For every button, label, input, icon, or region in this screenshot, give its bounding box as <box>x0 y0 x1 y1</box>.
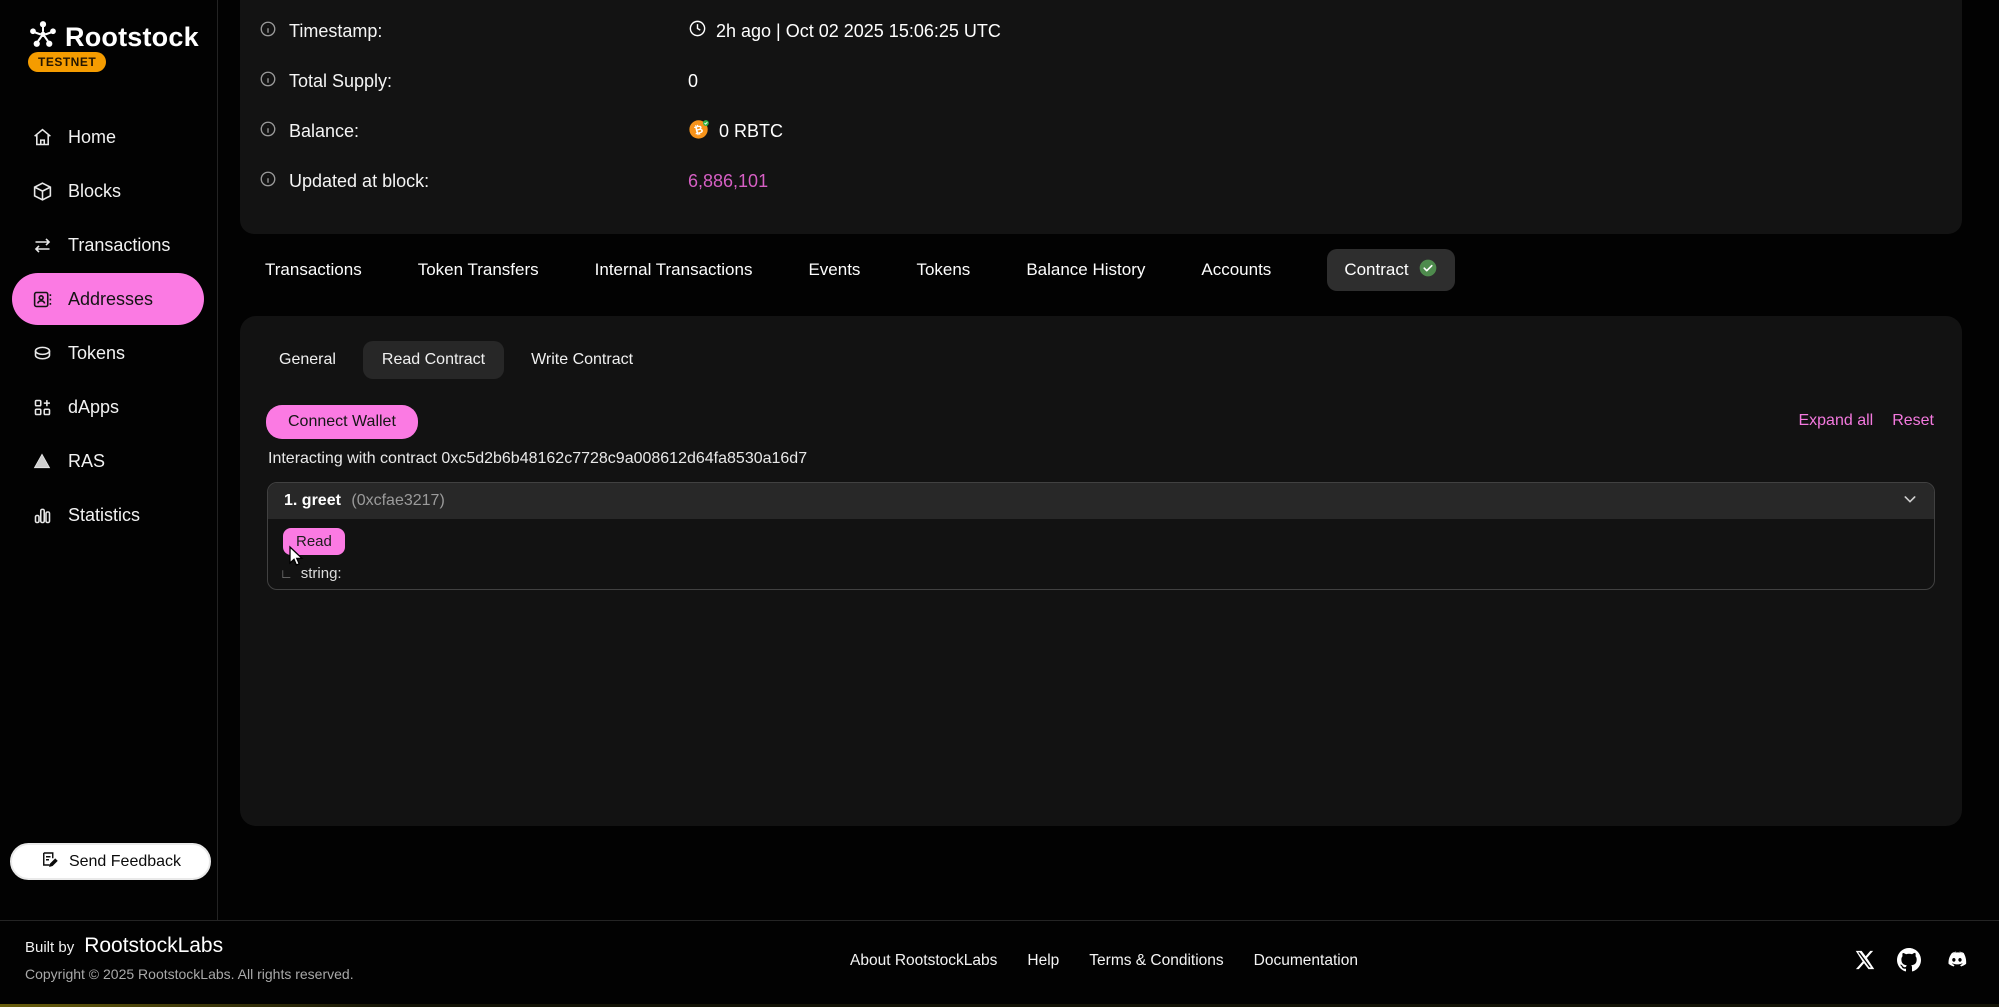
footer-link-documentation[interactable]: Documentation <box>1254 952 1358 970</box>
timestamp-value: 2h ago | Oct 02 2025 15:06:25 UTC <box>716 21 1001 42</box>
brand-name: Rootstock <box>65 22 199 53</box>
home-icon <box>31 126 53 148</box>
info-row-updated-block: Updated at block: 6,886,101 <box>240 156 1962 206</box>
info-label: Timestamp: <box>289 21 382 42</box>
sidebar-item-label: Blocks <box>68 181 121 202</box>
footer-link-about[interactable]: About RootstockLabs <box>850 952 997 970</box>
info-icon[interactable] <box>259 70 277 93</box>
connect-wallet-button[interactable]: Connect Wallet <box>266 405 418 439</box>
subtab-general[interactable]: General <box>270 341 345 379</box>
info-icon[interactable] <box>259 170 277 193</box>
sidebar-item-ras[interactable]: RAS <box>12 435 204 487</box>
clock-icon <box>688 19 707 43</box>
sidebar-item-blocks[interactable]: Blocks <box>12 165 204 217</box>
tab-token-transfers[interactable]: Token Transfers <box>418 260 539 280</box>
sidebar-item-label: dApps <box>68 397 119 418</box>
sidebar-item-transactions[interactable]: Transactions <box>12 219 204 271</box>
tab-events[interactable]: Events <box>808 260 860 280</box>
sidebar-item-label: Addresses <box>68 289 153 310</box>
interacting-with-contract-text: Interacting with contract 0xc5d2b6b48162… <box>268 450 807 468</box>
subtab-read-contract[interactable]: Read Contract <box>363 341 504 379</box>
address-tabs: Transactions Token Transfers Internal Tr… <box>265 249 1455 291</box>
feedback-note-icon <box>40 850 58 873</box>
expand-all-link[interactable]: Expand all <box>1798 412 1873 430</box>
info-label: Balance: <box>289 121 359 142</box>
send-feedback-button[interactable]: Send Feedback <box>10 843 211 880</box>
subtab-write-contract[interactable]: Write Contract <box>522 341 642 379</box>
blocks-icon <box>31 180 53 202</box>
github-icon[interactable] <box>1897 948 1921 972</box>
tree-connector-glyph: ∟ <box>280 566 293 581</box>
x-twitter-icon[interactable] <box>1853 949 1875 971</box>
info-icon[interactable] <box>259 120 277 143</box>
transactions-icon <box>31 234 53 256</box>
sidebar-nav: Home Blocks Transactions Addresses <box>12 111 204 541</box>
sidebar-item-label: Home <box>68 127 116 148</box>
tab-accounts[interactable]: Accounts <box>1201 260 1271 280</box>
info-row-balance: Balance: ₿ 0 RBTC <box>240 106 1962 156</box>
tab-balance-history[interactable]: Balance History <box>1026 260 1145 280</box>
sidebar-item-statistics[interactable]: Statistics <box>12 489 204 541</box>
method-name: 1. greet <box>284 492 341 509</box>
social-links <box>1853 947 1969 973</box>
rbtc-coin-icon: ₿ <box>688 118 710 145</box>
info-label: Total Supply: <box>289 71 392 92</box>
total-supply-value: 0 <box>688 71 698 92</box>
copyright-text: Copyright © 2025 RootstockLabs. All righ… <box>25 966 354 982</box>
method-title: 1. greet (0xcfae3217) <box>284 492 445 510</box>
sidebar-item-label: Transactions <box>68 235 170 256</box>
rootstocklabs-wordmark[interactable]: RootstockLabs <box>84 934 223 958</box>
footer: Built by RootstockLabs Copyright © 2025 … <box>0 920 1999 1007</box>
contract-subtabs: General Read Contract Write Contract <box>270 341 642 379</box>
method-accordion-header[interactable]: 1. greet (0xcfae3217) <box>268 483 1934 519</box>
sidebar-item-tokens[interactable]: Tokens <box>12 327 204 379</box>
sidebar-item-label: RAS <box>68 451 105 472</box>
tab-contract-label: Contract <box>1344 260 1408 280</box>
ras-icon <box>31 450 53 472</box>
sidebar-item-addresses[interactable]: Addresses <box>12 273 204 325</box>
balance-value: 0 RBTC <box>719 121 783 142</box>
brand-logo[interactable]: Rootstock <box>28 20 199 55</box>
feedback-label: Send Feedback <box>69 853 181 871</box>
footer-links: About RootstockLabs Help Terms & Conditi… <box>850 952 1358 970</box>
built-by-label: Built by <box>25 939 74 956</box>
tab-contract[interactable]: Contract <box>1327 249 1454 291</box>
built-by-row: Built by RootstockLabs <box>25 934 223 958</box>
dapps-icon <box>31 396 53 418</box>
statistics-icon <box>31 504 53 526</box>
sidebar-item-label: Tokens <box>68 343 125 364</box>
sidebar-item-home[interactable]: Home <box>12 111 204 163</box>
read-button[interactable]: Read <box>283 528 345 555</box>
chevron-down-icon <box>1902 491 1918 512</box>
info-icon[interactable] <box>259 20 277 43</box>
tab-transactions[interactable]: Transactions <box>265 260 362 280</box>
tokens-icon <box>31 342 53 364</box>
discord-icon[interactable] <box>1943 947 1969 973</box>
addresses-icon <box>31 288 53 310</box>
info-row-total-supply: Total Supply: 0 <box>240 56 1962 106</box>
info-label: Updated at block: <box>289 171 429 192</box>
sidebar-item-dapps[interactable]: dApps <box>12 381 204 433</box>
tab-tokens[interactable]: Tokens <box>916 260 970 280</box>
contract-method-panel: 1. greet (0xcfae3217) Read ∟ string: <box>267 482 1935 590</box>
tab-internal-transactions[interactable]: Internal Transactions <box>595 260 753 280</box>
method-selector: (0xcfae3217) <box>351 492 444 509</box>
testnet-badge: TESTNET <box>28 52 106 72</box>
rootstock-explorer-page: Rootstock TESTNET Home Blocks Transacti <box>0 0 1999 1007</box>
verified-check-icon <box>1418 258 1438 283</box>
method-output: ∟ string: <box>280 565 342 582</box>
footer-link-terms[interactable]: Terms & Conditions <box>1089 952 1223 970</box>
contract-card: General Read Contract Write Contract Con… <box>240 316 1962 826</box>
reset-link[interactable]: Reset <box>1892 412 1934 430</box>
output-type-label: string: <box>301 565 342 582</box>
expand-reset-links: Expand all Reset <box>1798 412 1934 430</box>
info-row-timestamp: Timestamp: 2h ago | Oct 02 2025 15:06:25… <box>240 6 1962 56</box>
sidebar: Rootstock TESTNET Home Blocks Transacti <box>0 0 218 920</box>
address-summary-card: Timestamp: 2h ago | Oct 02 2025 15:06:25… <box>240 0 1962 234</box>
updated-block-link[interactable]: 6,886,101 <box>688 171 768 192</box>
sidebar-item-label: Statistics <box>68 505 140 526</box>
rootstock-logo-icon <box>28 20 58 55</box>
footer-link-help[interactable]: Help <box>1027 952 1059 970</box>
